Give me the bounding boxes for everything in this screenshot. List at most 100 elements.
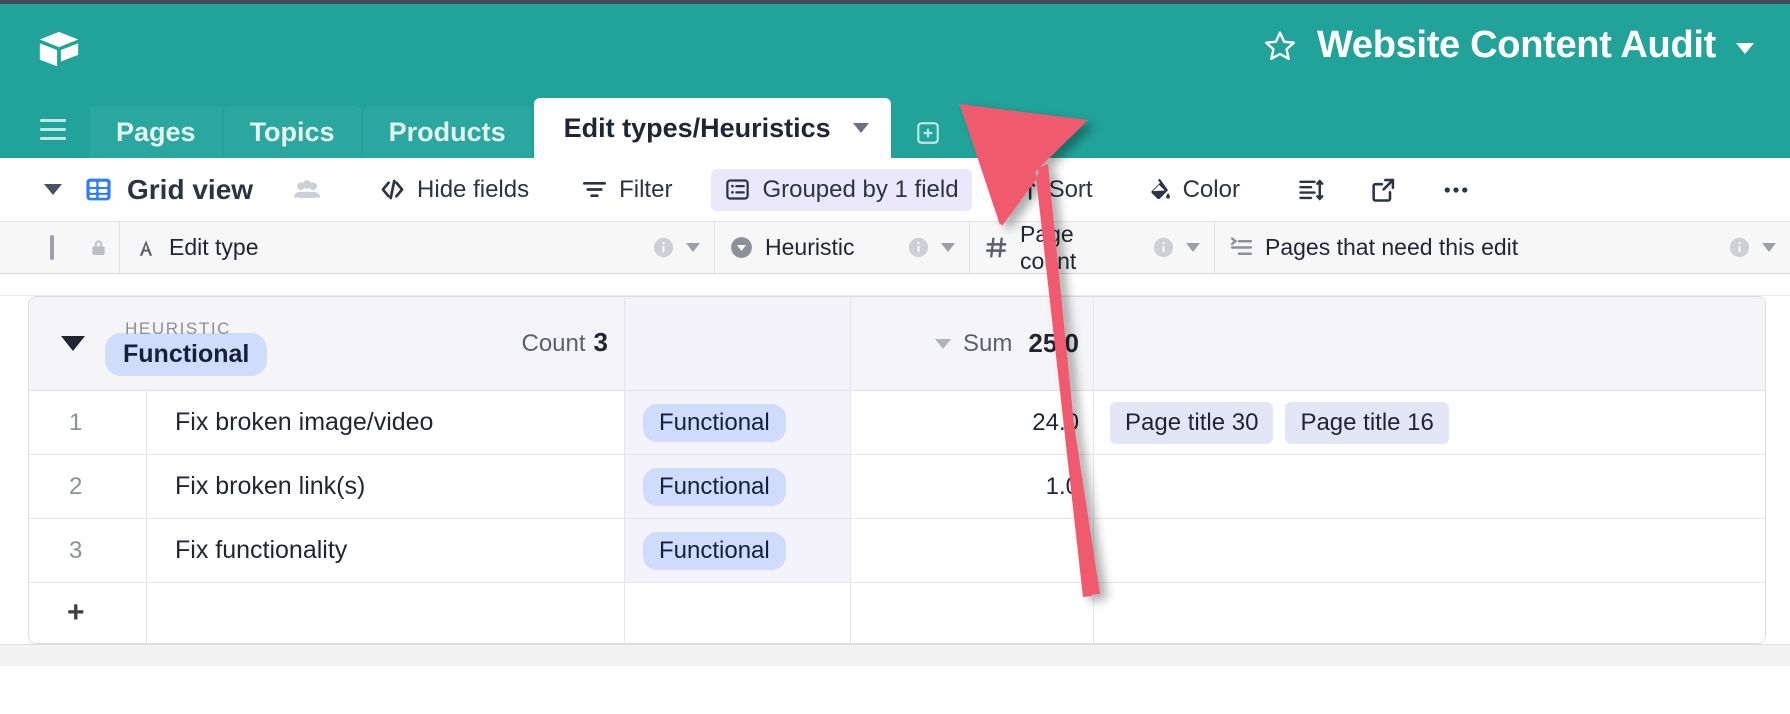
tab-pages[interactable]: Pages <box>90 106 222 158</box>
tab-label: Topics <box>249 116 335 147</box>
add-record-spacer <box>625 583 851 643</box>
view-name-label: Grid view <box>127 173 254 205</box>
info-icon[interactable] <box>1728 236 1751 259</box>
app-header: Website Content Audit Pages Topics Produ… <box>0 0 1790 158</box>
group-field-label: HEURISTIC <box>125 319 232 338</box>
single-select-icon <box>729 235 754 260</box>
summary-label: Sum <box>963 329 1013 357</box>
tab-label: Products <box>388 116 506 147</box>
table-tabs: Pages Topics Products Edit types/Heurist… <box>0 98 943 158</box>
filter-button[interactable]: Filter <box>568 169 685 211</box>
row-height-icon[interactable] <box>1297 176 1325 204</box>
group-summary-page-count[interactable]: Sum 25.0 <box>851 297 1094 390</box>
cell-page-count[interactable]: 1.0 <box>851 455 1094 518</box>
column-header-row: Edit type Heuristic Page count Pages tha… <box>0 220 1790 274</box>
hide-fields-button[interactable]: Hide fields <box>366 169 542 211</box>
sort-button[interactable]: Sort <box>998 169 1106 211</box>
chevron-down-icon[interactable] <box>935 338 952 349</box>
people-icon[interactable] <box>292 175 322 205</box>
chevron-down-icon[interactable] <box>1736 43 1754 54</box>
cell-page-count[interactable] <box>851 519 1094 582</box>
filter-icon <box>581 176 608 203</box>
chevron-down-icon[interactable] <box>686 243 700 252</box>
add-table-button[interactable] <box>913 118 943 148</box>
add-record-row[interactable]: + <box>29 583 1765 643</box>
triangle-down-icon[interactable] <box>61 336 85 351</box>
group-header-main: HEURISTIC Functional Count 3 <box>29 297 625 390</box>
cell-heuristic[interactable]: Functional <box>625 519 851 582</box>
grid-view-icon <box>84 175 113 204</box>
column-header-heuristic[interactable]: Heuristic <box>715 222 970 273</box>
info-icon[interactable] <box>907 236 930 259</box>
hide-fields-icon <box>379 176 406 203</box>
group-label: Grouped by 1 field <box>762 175 959 203</box>
tab-products[interactable]: Products <box>362 106 532 158</box>
heuristic-pill: Functional <box>643 403 786 442</box>
add-record-spacer <box>851 583 1094 643</box>
plus-icon[interactable]: + <box>29 583 147 643</box>
linked-record-chip[interactable]: Page title 16 <box>1285 401 1449 444</box>
grid-view: Edit type Heuristic Page count Pages tha… <box>0 220 1790 666</box>
cell-edit-type[interactable]: Fix functionality <box>147 519 625 582</box>
heuristic-pill: Functional <box>643 531 786 570</box>
text-field-icon <box>134 236 158 260</box>
group-count-label: Count <box>521 330 586 357</box>
cell-heuristic[interactable]: Functional <box>625 455 851 518</box>
filter-label: Filter <box>619 175 673 203</box>
cell-pages-that-need-this-edit[interactable] <box>1094 455 1765 518</box>
share-export-icon[interactable] <box>1369 176 1397 204</box>
star-outline-icon[interactable] <box>1263 29 1297 63</box>
group-header-row[interactable]: HEURISTIC Functional Count 3 Sum 25.0 <box>29 297 1765 391</box>
row-number: 2 <box>29 455 147 518</box>
cell-pages-that-need-this-edit[interactable] <box>1094 519 1765 582</box>
column-header-pages-that-need-this-edit[interactable]: Pages that need this edit <box>1215 222 1790 273</box>
column-label: Page count <box>1020 220 1077 274</box>
select-all-cell <box>0 222 120 273</box>
column-header-edit-type[interactable]: Edit type <box>120 222 715 273</box>
hide-fields-label: Hide fields <box>417 175 530 203</box>
group-header-links-cell <box>1094 297 1765 390</box>
airtable-logo-icon[interactable] <box>36 28 82 74</box>
base-title-group: Website Content Audit <box>1263 24 1754 67</box>
table-row[interactable]: 2 Fix broken link(s) Functional 1.0 <box>29 455 1765 519</box>
row-number: 3 <box>29 519 147 582</box>
cell-edit-type[interactable]: Fix broken image/video <box>147 391 625 454</box>
tab-label: Edit types/Heuristics <box>563 112 831 143</box>
cell-page-count[interactable]: 24.0 <box>851 391 1094 454</box>
linked-record-chip[interactable]: Page title 30 <box>1110 401 1274 444</box>
grid-footer <box>0 644 1790 666</box>
group-count[interactable]: Count 3 <box>521 327 608 358</box>
summary-value: 25.0 <box>1028 328 1079 358</box>
view-sidebar-toggle-icon[interactable] <box>44 184 62 195</box>
more-horizontal-icon[interactable] <box>1441 175 1471 205</box>
view-name-button[interactable]: Grid view <box>84 167 266 213</box>
group-count-value: 3 <box>593 327 608 357</box>
paint-bucket-icon <box>1145 176 1172 203</box>
column-label: Pages that need this edit <box>1265 234 1519 260</box>
hamburger-menu-icon[interactable] <box>30 106 76 158</box>
lock-icon <box>88 237 109 258</box>
table-row[interactable]: 3 Fix functionality Functional <box>29 519 1765 583</box>
table-row[interactable]: 1 Fix broken image/video Functional 24.0… <box>29 391 1765 455</box>
chevron-down-icon[interactable] <box>852 123 869 133</box>
select-all-checkbox[interactable] <box>50 235 54 260</box>
chevron-down-icon[interactable] <box>941 243 955 252</box>
airtable-app-window: Website Content Audit Pages Topics Produ… <box>0 0 1790 714</box>
tab-topics[interactable]: Topics <box>223 106 361 158</box>
chevron-down-icon[interactable] <box>1762 243 1776 252</box>
cell-heuristic[interactable]: Functional <box>625 391 851 454</box>
add-record-spacer <box>1094 583 1765 643</box>
info-icon[interactable] <box>1152 236 1175 259</box>
cell-edit-type[interactable]: Fix broken link(s) <box>147 455 625 518</box>
color-button[interactable]: Color <box>1132 169 1253 211</box>
sort-icon <box>1011 176 1038 203</box>
info-icon[interactable] <box>652 236 675 259</box>
tab-edit-types-heuristics[interactable]: Edit types/Heuristics <box>533 98 891 158</box>
chevron-down-icon[interactable] <box>1186 243 1200 252</box>
column-header-page-count[interactable]: Page count <box>970 220 1215 274</box>
cell-pages-that-need-this-edit[interactable]: Page title 30 Page title 16 <box>1094 391 1765 454</box>
color-label: Color <box>1182 175 1240 203</box>
column-label: Edit type <box>169 234 259 260</box>
group-header-heuristic-cell <box>625 297 851 390</box>
group-button[interactable]: Grouped by 1 field <box>711 168 972 211</box>
